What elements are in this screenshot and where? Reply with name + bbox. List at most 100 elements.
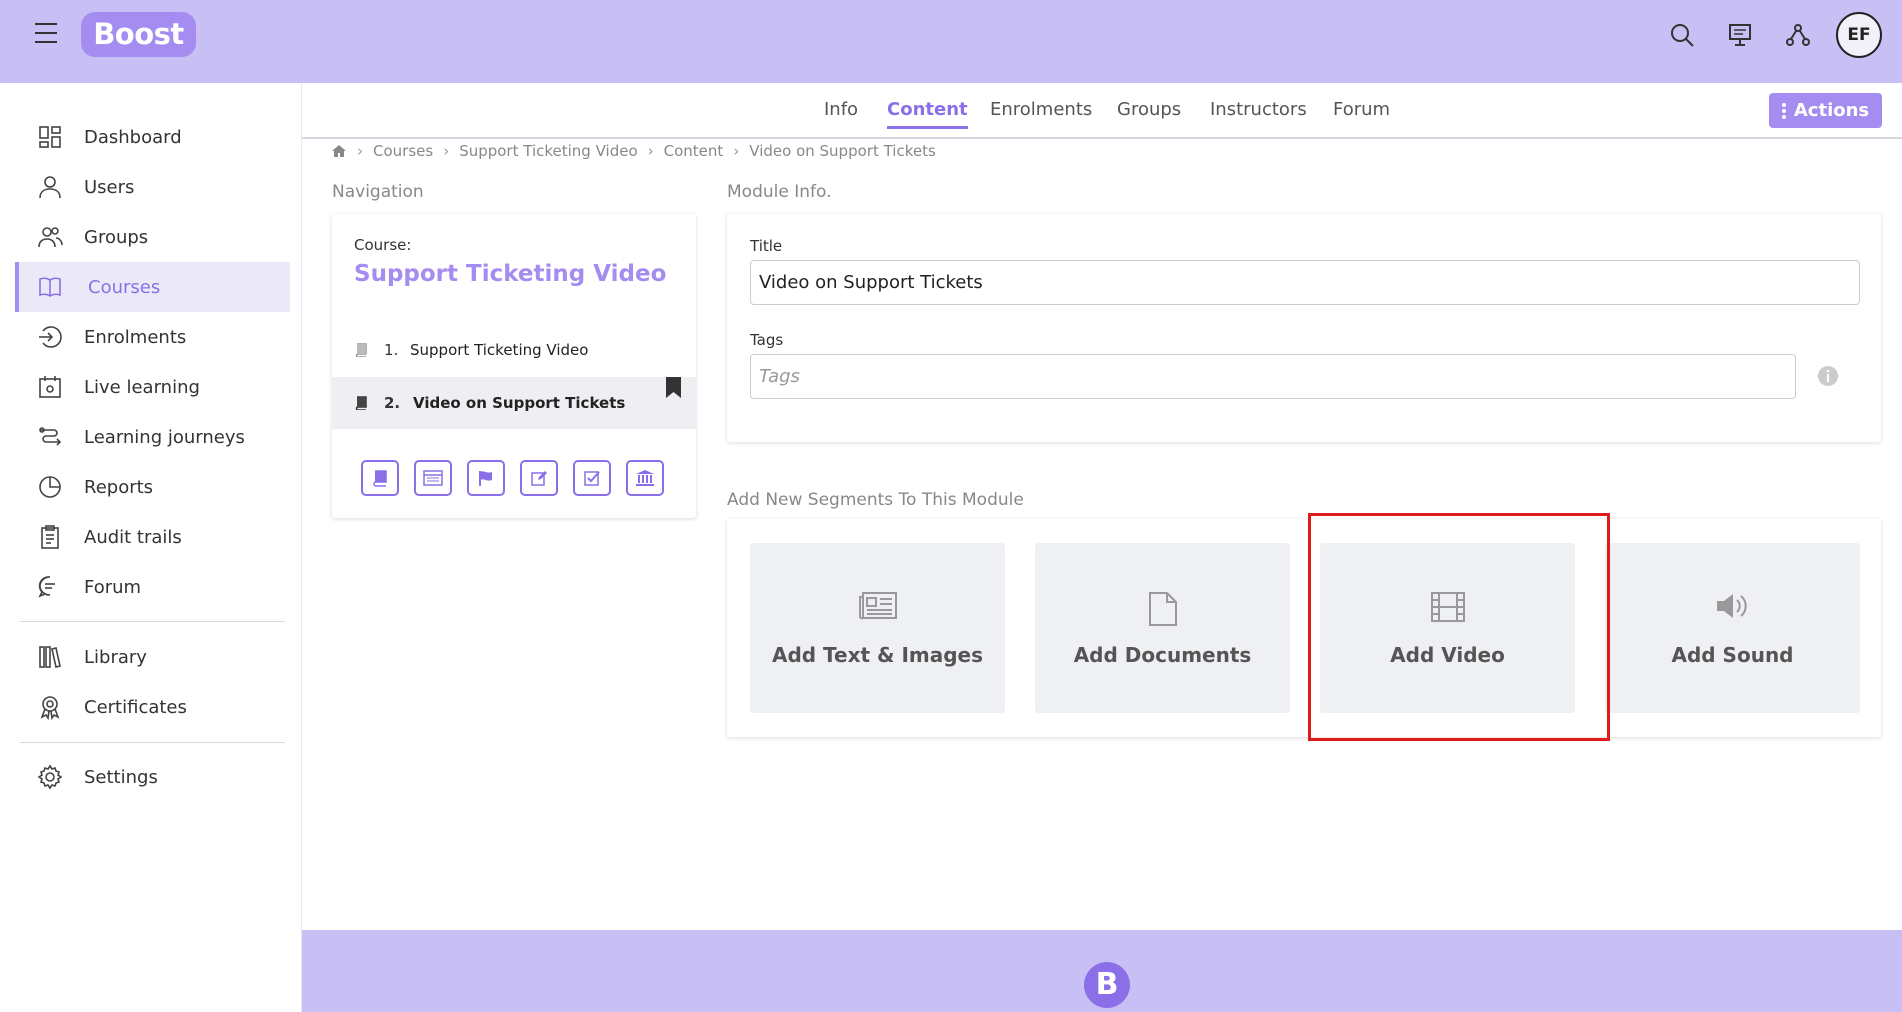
module-tools [361, 460, 679, 496]
breadcrumb-current: Video on Support Tickets [749, 142, 936, 160]
sidebar-item-label: Dashboard [84, 126, 182, 148]
book-open-icon [37, 274, 63, 300]
segment-label: Add Sound [1671, 643, 1794, 667]
tab-groups[interactable]: Groups [1117, 99, 1181, 126]
segment-label: Add Documents [1073, 643, 1252, 667]
sidebar-item-forum[interactable]: Forum [15, 562, 290, 612]
title-input[interactable] [750, 260, 1860, 305]
navigation-card: Course: Support Ticketing Video 1. Suppo… [332, 214, 696, 518]
more-vertical-icon [1781, 102, 1786, 119]
breadcrumb-separator-icon: › [443, 142, 450, 160]
home-icon[interactable] [331, 144, 347, 158]
sidebar-item-label: Reports [84, 476, 154, 498]
groups-icon [37, 224, 63, 250]
breadcrumb: › Courses › Support Ticketing Video › Co… [331, 141, 936, 161]
add-sound-button[interactable]: Add Sound [1605, 543, 1860, 713]
book-icon [354, 343, 368, 357]
film-icon [1430, 591, 1466, 623]
sidebar-divider [20, 621, 285, 622]
sidebar-item-users[interactable]: Users [15, 162, 290, 212]
segment-label: Add Video [1390, 643, 1505, 667]
breadcrumb-separator-icon: › [647, 142, 654, 160]
add-text-images-button[interactable]: Add Text & Images [750, 543, 1005, 713]
module-title: Support Ticketing Video [410, 341, 589, 359]
course-tabs: Info Content Enrolments Groups Instructo… [302, 83, 1902, 139]
sidebar-item-label: Certificates [84, 696, 187, 718]
sidebar-item-reports[interactable]: Reports [15, 462, 290, 512]
sidebar-item-label: Forum [84, 576, 142, 598]
sidebar-item-label: Learning journeys [84, 426, 245, 448]
module-title: Video on Support Tickets [413, 394, 626, 412]
tab-info[interactable]: Info [824, 99, 858, 126]
segments-card: Add Text & Images Add Documents Add Vide… [727, 519, 1881, 737]
tab-forum[interactable]: Forum [1333, 99, 1390, 126]
checkbox-icon[interactable] [573, 460, 611, 496]
tags-input[interactable] [750, 354, 1796, 399]
enter-icon [37, 324, 63, 350]
calendar-icon [37, 374, 63, 400]
sidebar-item-courses[interactable]: Courses [15, 262, 290, 312]
user-icon [37, 174, 63, 200]
sidebar-item-groups[interactable]: Groups [15, 212, 290, 262]
course-name-link[interactable]: Support Ticketing Video [354, 261, 666, 287]
module-item[interactable]: 1. Support Ticketing Video [332, 324, 696, 376]
sidebar-item-label: Settings [84, 766, 158, 788]
actions-label: Actions [1793, 100, 1870, 121]
web-page-icon[interactable] [414, 460, 452, 496]
add-documents-button[interactable]: Add Documents [1035, 543, 1290, 713]
edit-icon[interactable] [520, 460, 558, 496]
institution-icon[interactable] [626, 460, 664, 496]
tab-content[interactable]: Content [887, 99, 968, 129]
breadcrumb-course[interactable]: Support Ticketing Video [459, 142, 637, 160]
dashboard-icon [37, 124, 63, 150]
segment-label: Add Text & Images [771, 643, 983, 667]
document-icon [1148, 591, 1178, 627]
award-icon [37, 694, 63, 720]
sidebar-item-library[interactable]: Library [15, 632, 290, 682]
flag-icon[interactable] [467, 460, 505, 496]
boost-logo[interactable]: Boost [81, 12, 196, 57]
sidebar-item-label: Users [84, 176, 135, 198]
library-icon [37, 644, 63, 670]
breadcrumb-separator-icon: › [357, 142, 363, 160]
presentation-icon[interactable] [1720, 15, 1760, 55]
menu-icon[interactable] [32, 20, 60, 46]
tab-enrolments[interactable]: Enrolments [990, 99, 1092, 126]
add-video-button[interactable]: Add Video [1320, 543, 1575, 713]
network-icon[interactable] [1778, 15, 1818, 55]
sidebar-item-learning-journeys[interactable]: Learning journeys [15, 412, 290, 462]
sidebar-item-settings[interactable]: Settings [15, 752, 290, 802]
user-avatar[interactable]: EF [1836, 12, 1882, 58]
sidebar-item-dashboard[interactable]: Dashboard [15, 112, 290, 162]
sidebar-item-label: Live learning [84, 376, 200, 398]
navigation-title: Navigation [332, 182, 424, 202]
gear-icon [37, 764, 63, 790]
title-label: Title [750, 237, 783, 255]
volume-icon [1715, 591, 1751, 621]
footer-logo: B [1084, 962, 1130, 1008]
sidebar-item-audit-trails[interactable]: Audit trails [15, 512, 290, 562]
course-label: Course: [354, 236, 412, 254]
clipboard-icon [37, 524, 63, 550]
breadcrumb-separator-icon: › [733, 142, 740, 160]
breadcrumb-courses[interactable]: Courses [373, 142, 433, 160]
tab-instructors[interactable]: Instructors [1210, 99, 1307, 126]
sidebar-item-enrolments[interactable]: Enrolments [15, 312, 290, 362]
search-icon[interactable] [1662, 15, 1702, 55]
actions-button[interactable]: Actions [1769, 93, 1882, 128]
sidebar: Dashboard Users Groups Courses Enrolment… [0, 83, 302, 1012]
sidebar-item-live-learning[interactable]: Live learning [15, 362, 290, 412]
book-icon[interactable] [361, 460, 399, 496]
info-icon[interactable] [1817, 365, 1839, 387]
footer: B [302, 930, 1902, 1012]
book-icon [354, 396, 368, 410]
module-number: 1. [384, 341, 399, 359]
route-icon [37, 424, 63, 450]
breadcrumb-content[interactable]: Content [664, 142, 724, 160]
bookmark-icon [665, 377, 682, 399]
sidebar-item-certificates[interactable]: Certificates [15, 682, 290, 732]
sidebar-divider [20, 742, 285, 743]
module-item-active[interactable]: 2. Video on Support Tickets [332, 377, 696, 429]
sidebar-item-label: Audit trails [84, 526, 182, 548]
module-info-card: Title Tags [727, 214, 1881, 442]
